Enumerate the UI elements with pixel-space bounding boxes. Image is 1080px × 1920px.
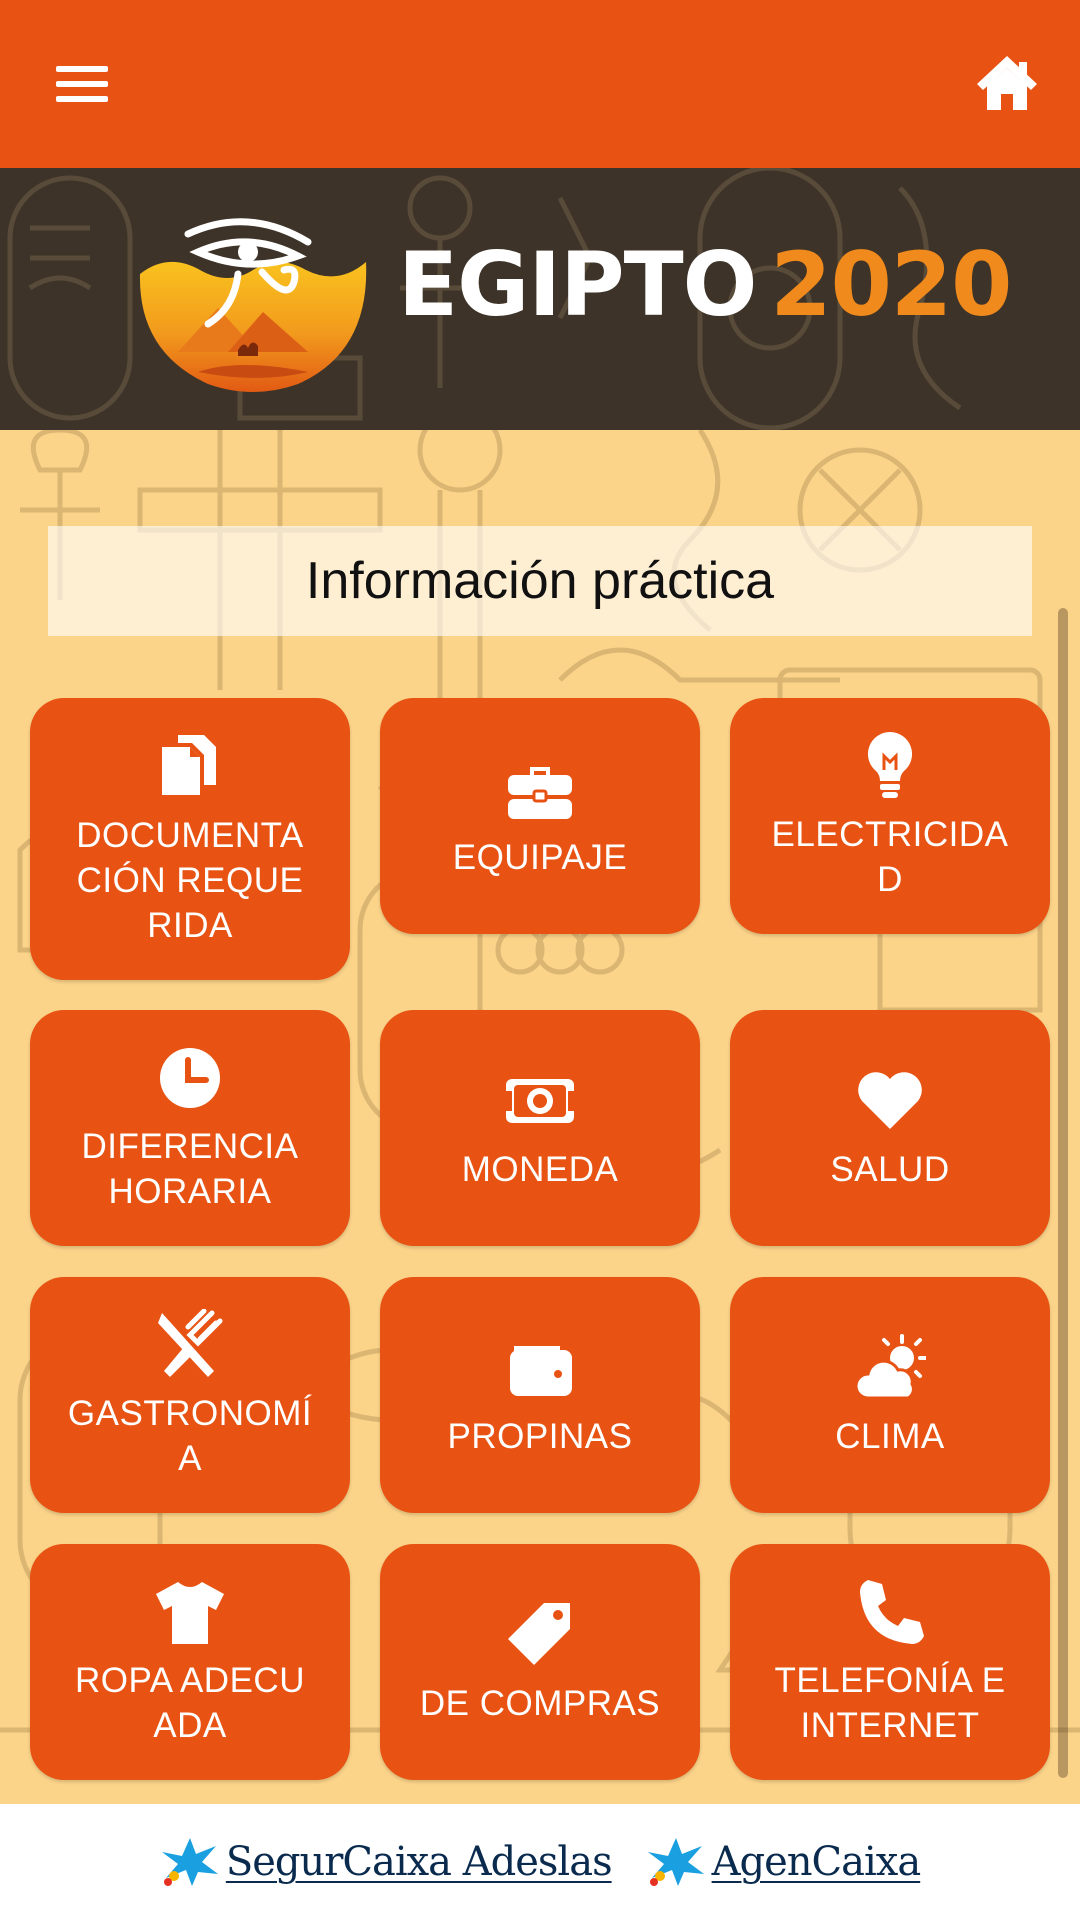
money-icon bbox=[504, 1065, 576, 1137]
app-banner: EGIPTO 2020 bbox=[0, 168, 1080, 430]
lightbulb-icon bbox=[854, 730, 926, 802]
tag-icon bbox=[504, 1599, 576, 1671]
tile-telefonia-internet[interactable]: TELEFONÍA E INTERNET bbox=[730, 1544, 1050, 1780]
tile-de-compras[interactable]: DE COMPRAS bbox=[380, 1544, 700, 1780]
sponsor-name: SegurCaixa Adeslas bbox=[225, 1839, 613, 1885]
clock-icon bbox=[154, 1042, 226, 1114]
tile-label: CLIMA bbox=[835, 1416, 945, 1456]
section-title: Información práctica bbox=[305, 552, 775, 610]
cloud-sun-icon bbox=[854, 1332, 926, 1404]
sponsor-agencaixa[interactable]: AgenCaixa bbox=[646, 1836, 921, 1888]
scrollbar[interactable] bbox=[1058, 608, 1068, 1778]
tile-propinas[interactable]: PROPINAS bbox=[380, 1277, 700, 1513]
tshirt-icon bbox=[154, 1576, 226, 1648]
tile-clima[interactable]: CLIMA bbox=[730, 1277, 1050, 1513]
documents-icon bbox=[154, 731, 226, 803]
tile-label: SALUD bbox=[830, 1149, 950, 1189]
tile-label: ELECTRICIDAD bbox=[771, 815, 1009, 899]
tile-salud[interactable]: SALUD bbox=[730, 1010, 1050, 1246]
tile-label: MONEDA bbox=[461, 1149, 619, 1189]
sponsor-segurcaixa-adeslas[interactable]: SegurCaixa Adeslas bbox=[160, 1836, 613, 1888]
utensils-icon bbox=[154, 1309, 226, 1381]
caixa-star-icon bbox=[647, 1838, 704, 1886]
tile-moneda[interactable]: MONEDA bbox=[380, 1010, 700, 1246]
tile-label: EQUIPAJE bbox=[452, 837, 628, 877]
tile-label: DE COMPRAS bbox=[419, 1683, 661, 1723]
briefcase-icon bbox=[504, 753, 576, 825]
banner-title-year: 2020 bbox=[770, 233, 1012, 336]
tile-label: DOCUMENTACIÓN REQUERIDA bbox=[76, 815, 304, 945]
section-header: Información práctica bbox=[48, 526, 1032, 636]
tile-gastronomia[interactable]: GASTRONOMÍA bbox=[30, 1277, 350, 1513]
banner-title: EGIPTO 2020 bbox=[398, 230, 1012, 340]
hamburger-menu-icon[interactable] bbox=[52, 62, 112, 106]
home-icon[interactable] bbox=[975, 52, 1039, 112]
tile-label: TELEFONÍA E INTERNET bbox=[774, 1661, 1006, 1745]
wallet-icon bbox=[504, 1332, 576, 1404]
tile-label: ROPA ADECUADA bbox=[75, 1661, 305, 1745]
tile-documentacion[interactable]: DOCUMENTACIÓN REQUERIDA bbox=[30, 698, 350, 980]
tile-label: DIFERENCIA HORARIA bbox=[81, 1127, 299, 1211]
tile-diferencia-horaria[interactable]: DIFERENCIA HORARIA bbox=[30, 1010, 350, 1246]
caixa-star-icon bbox=[161, 1838, 218, 1886]
tile-electricidad[interactable]: ELECTRICIDAD bbox=[730, 698, 1050, 934]
tile-label: GASTRONOMÍA bbox=[67, 1394, 313, 1478]
heart-icon bbox=[854, 1065, 926, 1137]
tile-ropa-adecuada[interactable]: ROPA ADECUADA bbox=[30, 1544, 350, 1780]
sponsor-footer: SegurCaixa Adeslas AgenCaixa bbox=[0, 1804, 1080, 1920]
eye-of-horus-logo bbox=[139, 218, 367, 392]
banner-title-word: EGIPTO bbox=[398, 233, 757, 336]
phone-icon bbox=[854, 1576, 926, 1648]
top-app-bar bbox=[0, 0, 1080, 168]
sponsor-name: AgenCaixa bbox=[711, 1839, 922, 1885]
tile-label: PROPINAS bbox=[447, 1416, 633, 1456]
tile-equipaje[interactable]: EQUIPAJE bbox=[380, 698, 700, 934]
